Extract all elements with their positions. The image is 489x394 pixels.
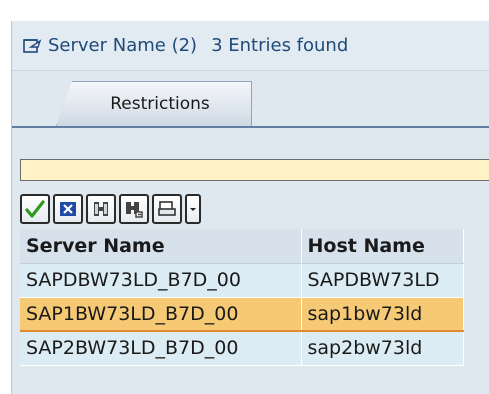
- table-row-selected[interactable]: SAP1BW73LD_B7D_00 sap1bw73ld: [20, 297, 464, 332]
- table-row[interactable]: SAPDBW73LD_B7D_00 SAPDBW73LD: [20, 263, 464, 298]
- find-next-icon: [126, 202, 143, 218]
- server-name-cell[interactable]: SAP1BW73LD_B7D_00: [20, 297, 302, 332]
- checkmark-icon: [25, 200, 45, 218]
- print-options-dropdown[interactable]: [185, 194, 201, 224]
- dropdown-icon: [190, 208, 196, 211]
- table-header-row: Server Name Host Name: [20, 229, 464, 264]
- host-name-cell[interactable]: sap1bw73ld: [301, 297, 464, 332]
- message-bar: [20, 159, 489, 181]
- server-name-cell[interactable]: SAP2BW73LD_B7D_00: [20, 331, 302, 366]
- find-icon: [94, 202, 108, 216]
- cancel-button[interactable]: [53, 194, 83, 224]
- host-name-cell[interactable]: SAPDBW73LD: [301, 263, 464, 298]
- column-header-server-name[interactable]: Server Name: [20, 229, 302, 264]
- find-button[interactable]: [86, 194, 116, 224]
- cancel-icon: [60, 202, 76, 216]
- print-button[interactable]: [152, 194, 182, 224]
- continue-button[interactable]: [20, 194, 50, 224]
- server-name-cell[interactable]: SAPDBW73LD_B7D_00: [20, 263, 302, 298]
- results-table: Server Name Host Name SAPDBW73LD_B7D_00 …: [20, 229, 464, 366]
- find-next-button[interactable]: [119, 194, 149, 224]
- dialog-title: Server Name (2): [48, 35, 198, 56]
- tab-strip: Restrictions: [12, 71, 489, 131]
- host-name-cell[interactable]: sap2bw73ld: [301, 331, 464, 366]
- entries-found-count: 3 Entries found: [211, 35, 349, 56]
- column-header-host-name[interactable]: Host Name: [301, 229, 464, 264]
- table-row[interactable]: SAP2BW73LD_B7D_00 sap2bw73ld: [20, 331, 464, 366]
- result-toolbar: [20, 191, 201, 227]
- tab-restrictions[interactable]: Restrictions: [56, 81, 252, 126]
- value-help-dialog: Server Name (2) 3 Entries found Restrict…: [11, 21, 489, 394]
- tab-strip-divider: [12, 126, 489, 128]
- print-icon: [158, 201, 176, 216]
- dialog-icon: [22, 35, 44, 57]
- tab-label: Restrictions: [110, 94, 210, 114]
- dialog-title-bar: Server Name (2) 3 Entries found: [12, 21, 489, 71]
